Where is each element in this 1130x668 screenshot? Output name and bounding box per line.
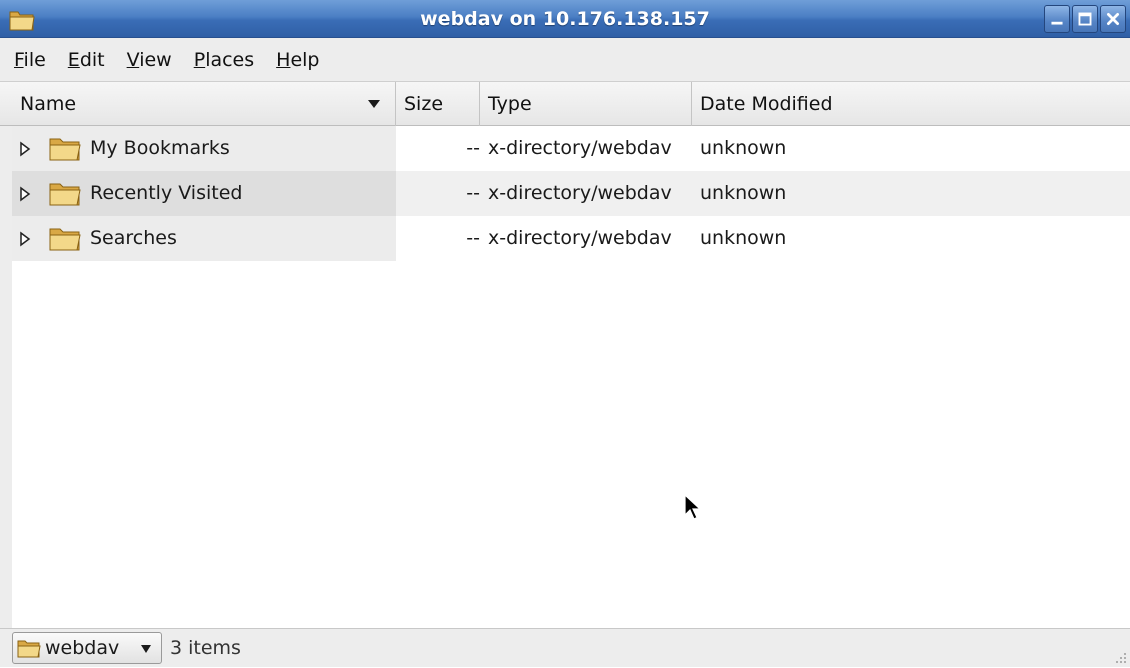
menu-view-label: iew <box>139 48 172 71</box>
file-size: -- <box>466 182 480 204</box>
menu-help-label: elp <box>290 48 320 71</box>
column-header-name-label: Name <box>20 93 77 115</box>
file-list[interactable]: My Bookmarks -- x-directory/webdav unkno… <box>12 126 1130 628</box>
window-title: webdav on 10.176.138.157 <box>420 8 710 30</box>
expander-triangle-icon[interactable] <box>19 141 31 157</box>
file-date-modified: unknown <box>700 182 787 204</box>
table-row[interactable]: Recently Visited -- x-directory/webdav u… <box>12 171 1130 216</box>
menu-places-mnemonic: P <box>193 48 206 71</box>
title-bar[interactable]: webdav on 10.176.138.157 <box>0 0 1130 38</box>
menu-file-label: ile <box>23 48 46 71</box>
location-dropdown-button[interactable]: webdav <box>12 632 162 664</box>
menu-help[interactable]: Help <box>276 49 319 71</box>
column-header-date[interactable]: Date Modified <box>692 82 992 126</box>
mouse-pointer-icon <box>684 493 702 520</box>
menu-edit-mnemonic: E <box>67 48 80 71</box>
menu-bar: File Edit View Places Help <box>0 38 1130 82</box>
file-size: -- <box>466 137 480 159</box>
file-type: x-directory/webdav <box>488 227 672 249</box>
file-manager-window: webdav on 10.176.138.157 File Edit View … <box>0 0 1130 667</box>
menu-edit[interactable]: Edit <box>68 49 105 71</box>
menu-help-mnemonic: H <box>276 48 291 71</box>
maximize-button[interactable] <box>1072 5 1098 33</box>
file-date-modified: unknown <box>700 227 787 249</box>
column-header-name[interactable]: Name <box>12 82 396 126</box>
menu-file[interactable]: File <box>14 49 46 71</box>
location-label: webdav <box>45 637 120 659</box>
column-header-size-label: Size <box>404 93 444 115</box>
window-controls <box>1044 5 1126 33</box>
column-header-size[interactable]: Size <box>396 82 480 126</box>
file-size: -- <box>466 227 480 249</box>
menu-places-label: laces <box>205 48 255 71</box>
close-button[interactable] <box>1100 5 1126 33</box>
sort-descending-icon <box>368 100 380 108</box>
table-row[interactable]: My Bookmarks -- x-directory/webdav unkno… <box>12 126 1130 171</box>
menu-edit-label: dit <box>79 48 105 71</box>
expander-triangle-icon[interactable] <box>19 231 31 247</box>
expander-triangle-icon[interactable] <box>19 186 31 202</box>
minimize-icon <box>1051 21 1063 25</box>
menu-view[interactable]: View <box>127 49 172 71</box>
file-name: Recently Visited <box>90 182 243 204</box>
file-date-modified: unknown <box>700 137 787 159</box>
folder-icon <box>49 138 81 161</box>
folder-icon <box>17 640 41 658</box>
column-header-type[interactable]: Type <box>480 82 692 126</box>
folder-icon <box>49 183 81 206</box>
menu-places[interactable]: Places <box>194 49 254 71</box>
close-icon <box>1107 13 1119 25</box>
column-header-date-label: Date Modified <box>700 93 833 115</box>
item-count: 3 items <box>170 637 241 659</box>
column-header-type-label: Type <box>488 93 532 115</box>
chevron-down-icon <box>141 645 151 653</box>
file-type: x-directory/webdav <box>488 182 672 204</box>
maximize-icon <box>1078 12 1092 26</box>
menu-file-mnemonic: F <box>14 48 24 71</box>
file-name: Searches <box>90 227 177 249</box>
folder-icon <box>49 228 81 251</box>
menu-view-mnemonic: V <box>126 48 140 71</box>
file-name: My Bookmarks <box>90 137 230 159</box>
resize-grip-icon[interactable] <box>1113 650 1127 664</box>
table-row[interactable]: Searches -- x-directory/webdav unknown <box>12 216 1130 261</box>
file-type: x-directory/webdav <box>488 137 672 159</box>
column-header-bar: Name Size Type Date Modified <box>0 82 1130 126</box>
status-bar: webdav 3 items <box>0 628 1130 667</box>
minimize-button[interactable] <box>1044 5 1070 33</box>
